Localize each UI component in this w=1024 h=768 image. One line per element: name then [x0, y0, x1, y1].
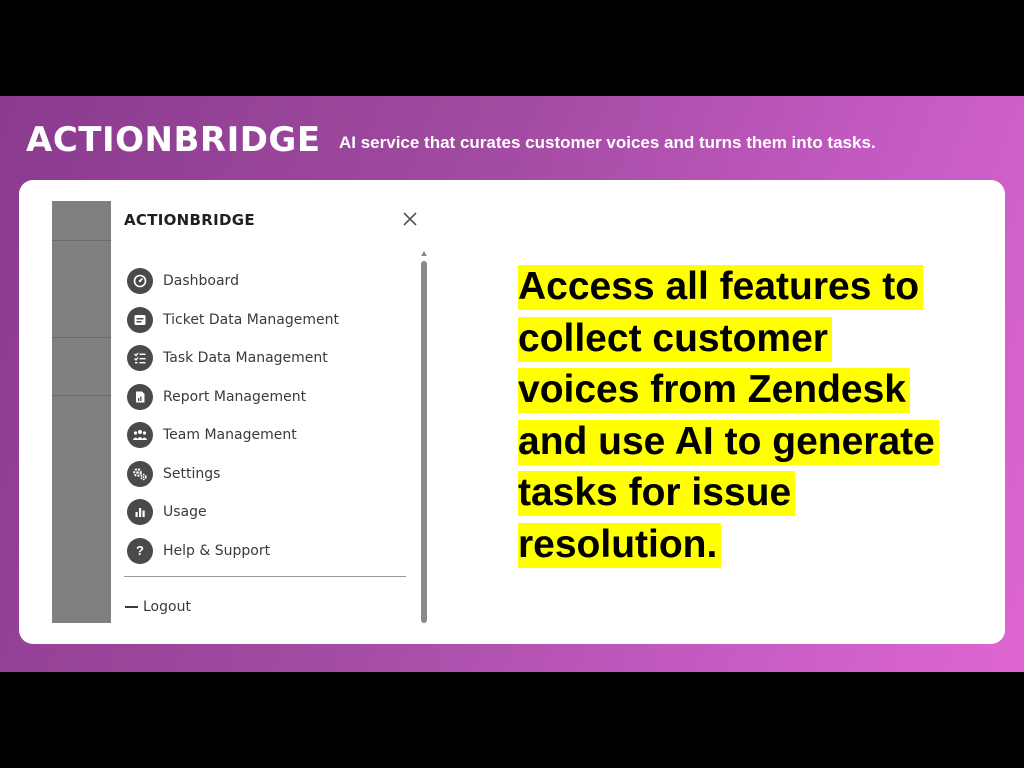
headline-line: collect customer — [518, 316, 832, 362]
menu-item-help[interactable]: ? Help & Support — [127, 532, 339, 571]
brand-title: ACTIONBRIDGE — [26, 120, 321, 160]
feature-headline: Access all features to collect customer vo… — [518, 261, 998, 570]
scroll-up-arrow[interactable] — [421, 251, 427, 256]
gears-icon — [127, 460, 153, 487]
menu-item-task-data[interactable]: Task Data Management — [127, 339, 339, 378]
menu-divider — [124, 576, 406, 577]
dashboard-icon — [127, 268, 153, 295]
menu-label: Report Management — [163, 388, 307, 405]
promo-banner: ACTIONBRIDGE AI service that curates cus… — [0, 96, 1024, 672]
headline-line: resolution. — [518, 522, 722, 568]
headline-line: and use AI to generate — [518, 419, 939, 465]
menu-label: Usage — [163, 504, 207, 521]
sidebar-overlay-strip — [52, 201, 111, 623]
menu-item-settings[interactable]: Settings — [127, 455, 339, 494]
menu-item-report[interactable]: Report Management — [127, 378, 339, 417]
report-icon — [127, 383, 153, 410]
menu-label: Settings — [163, 465, 221, 482]
ticket-icon — [127, 306, 153, 333]
headline-line: voices from Zendesk — [518, 368, 910, 413]
headline-line: Access all features to — [518, 265, 924, 310]
menu-item-team[interactable]: Team Management — [127, 416, 339, 455]
menu-label: Team Management — [163, 427, 297, 444]
menu-label: Help & Support — [163, 542, 271, 559]
nav-menu: Dashboard Ticket Data Management Task Da… — [127, 262, 339, 570]
menu-title: ACTIONBRIDGE — [124, 211, 255, 229]
strip-divider — [52, 395, 111, 396]
tagline: AI service that curates customer voices … — [339, 133, 876, 152]
headline-line: tasks for issue — [518, 471, 796, 516]
menu-item-dashboard[interactable]: Dashboard — [127, 262, 339, 301]
task-list-icon — [127, 345, 153, 372]
team-icon — [127, 422, 153, 449]
bar-chart-icon — [127, 499, 153, 526]
menu-label: Ticket Data Management — [163, 311, 339, 328]
strip-divider — [52, 337, 111, 338]
minus-icon — [125, 606, 138, 608]
scrollbar-thumb[interactable] — [421, 261, 427, 623]
strip-divider — [52, 240, 111, 241]
logout-button[interactable]: Logout — [125, 599, 191, 615]
question-icon: ? — [127, 537, 153, 564]
menu-label: Dashboard — [163, 273, 239, 290]
screenshot-card: ACTIONBRIDGE Dashboard Ticket Data Manag… — [19, 180, 1005, 644]
menu-label: Task Data Management — [163, 350, 328, 367]
close-icon[interactable] — [402, 211, 418, 227]
logout-label: Logout — [143, 599, 191, 615]
menu-item-usage[interactable]: Usage — [127, 493, 339, 532]
menu-item-ticket-data[interactable]: Ticket Data Management — [127, 301, 339, 340]
